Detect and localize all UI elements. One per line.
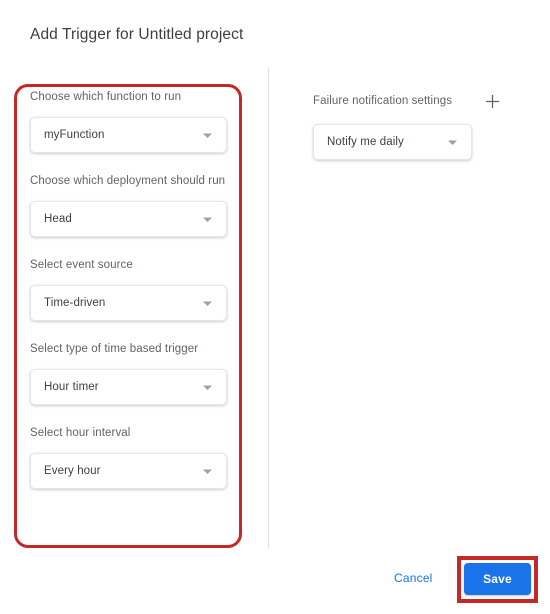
chevron-down-icon: [196, 130, 218, 141]
chevron-down-icon: [196, 214, 218, 225]
select-time-based-trigger-type[interactable]: Hour timer: [30, 369, 227, 405]
select-deployment-to-run[interactable]: Head: [30, 201, 227, 237]
chevron-down-icon: [441, 137, 463, 148]
dialog-title: Add Trigger for Untitled project: [30, 26, 244, 43]
label-hour-interval: Select hour interval: [30, 427, 131, 439]
field-hour-interval: Select hour interval Every hour: [30, 426, 230, 489]
cancel-button[interactable]: Cancel: [394, 571, 433, 585]
select-event-source[interactable]: Time-driven: [30, 285, 227, 321]
label-failure-notification-settings: Failure notification settings: [313, 94, 453, 107]
label-time-based-trigger-type: Select type of time based trigger: [30, 343, 199, 355]
failure-notification-column: Failure notification settings Notify me …: [313, 90, 513, 160]
select-deployment-to-run-value: Head: [44, 213, 72, 225]
select-failure-notification-value: Notify me daily: [327, 136, 404, 148]
label-event-source: Select event source: [30, 259, 133, 271]
label-function-to-run: Choose which function to run: [30, 91, 182, 103]
save-button[interactable]: Save: [464, 563, 531, 595]
select-hour-interval-value: Every hour: [44, 465, 101, 477]
select-function-to-run[interactable]: myFunction: [30, 117, 227, 153]
add-trigger-dialog: Add Trigger for Untitled project Choose …: [0, 0, 550, 614]
select-failure-notification[interactable]: Notify me daily: [313, 124, 472, 160]
label-deployment-to-run: Choose which deployment should run: [30, 175, 226, 187]
select-hour-interval[interactable]: Every hour: [30, 453, 227, 489]
chevron-down-icon: [196, 382, 218, 393]
plus-icon[interactable]: [481, 90, 503, 112]
trigger-settings-column: Choose which function to run myFunction …: [30, 90, 230, 489]
select-function-to-run-value: myFunction: [44, 129, 105, 141]
field-deployment-to-run: Choose which deployment should run Head: [30, 174, 230, 237]
field-time-based-trigger-type: Select type of time based trigger Hour t…: [30, 342, 230, 405]
field-failure-notification: Failure notification settings Notify me …: [313, 90, 513, 160]
field-event-source: Select event source Time-driven: [30, 258, 230, 321]
chevron-down-icon: [196, 466, 218, 477]
failure-notification-header: Failure notification settings: [313, 90, 503, 112]
select-event-source-value: Time-driven: [44, 297, 106, 309]
chevron-down-icon: [196, 298, 218, 309]
column-divider: [268, 68, 269, 548]
select-time-based-trigger-type-value: Hour timer: [44, 381, 99, 393]
field-function-to-run: Choose which function to run myFunction: [30, 90, 230, 153]
